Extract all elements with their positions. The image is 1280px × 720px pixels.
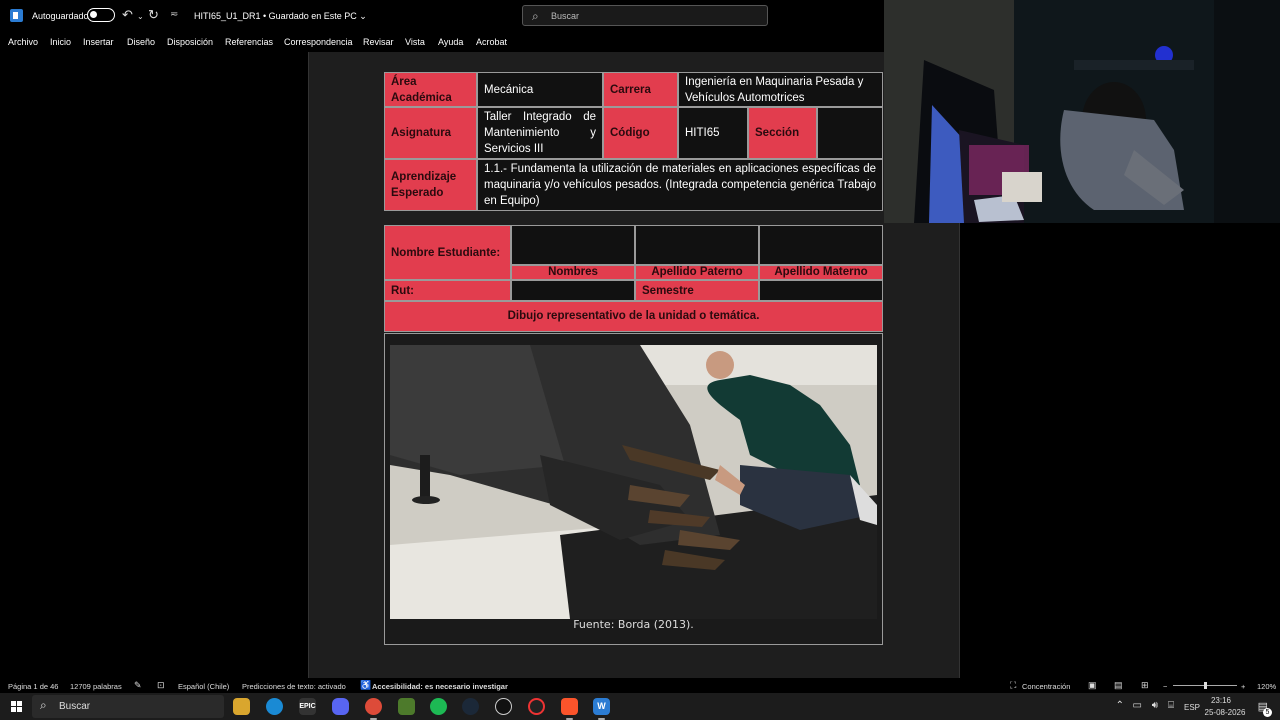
aprendizaje-label: Aprendizaje Esperado bbox=[384, 159, 477, 211]
minecraft-icon[interactable] bbox=[398, 698, 415, 715]
figure-caption: Fuente: Borda (2013). bbox=[573, 618, 694, 631]
ribbon-tabs: Archivo Inicio Insertar Diseño Disposici… bbox=[0, 32, 884, 52]
search-icon: ⌕ bbox=[40, 698, 47, 712]
customize-toolbar-icon[interactable]: ≂ bbox=[170, 8, 178, 22]
obs-icon[interactable] bbox=[528, 698, 545, 715]
codigo-label: Código bbox=[603, 107, 678, 159]
network-icon[interactable]: ⌸ bbox=[1168, 700, 1174, 711]
volume-icon[interactable]: 🔊︎ bbox=[1152, 700, 1158, 711]
windows-start-icon[interactable] bbox=[11, 701, 22, 712]
undo-dropdown-icon[interactable]: ⌄ bbox=[137, 10, 144, 24]
zoom-slider-thumb[interactable] bbox=[1204, 682, 1207, 689]
nombres-header: Nombres bbox=[511, 265, 635, 280]
nombres-input[interactable] bbox=[511, 225, 635, 265]
seccion-value bbox=[817, 107, 883, 159]
focus-mode-button[interactable]: Concentración bbox=[1022, 682, 1070, 691]
zoom-level[interactable]: 120% bbox=[1257, 682, 1276, 691]
codigo-value: HITI65 bbox=[678, 107, 748, 159]
zoom-slider-track[interactable] bbox=[1173, 682, 1237, 689]
tab-vista[interactable]: Vista bbox=[405, 37, 425, 47]
tab-inicio[interactable]: Inicio bbox=[50, 37, 71, 47]
navigation-pane bbox=[0, 52, 308, 678]
web-layout-icon[interactable]: ⊞ bbox=[1141, 680, 1149, 691]
search-input[interactable]: ⌕ Buscar bbox=[522, 5, 768, 26]
asignatura-value: Taller Integrado de Mantenimiento y Serv… bbox=[477, 107, 603, 159]
area-label: Área Académica bbox=[384, 72, 477, 107]
read-mode-icon[interactable]: ▣ bbox=[1088, 680, 1097, 691]
edge-icon[interactable] bbox=[266, 698, 283, 715]
excavator-bucket-photo[interactable] bbox=[390, 345, 877, 619]
area-value: Mecánica bbox=[477, 72, 603, 107]
seccion-label: Sección bbox=[748, 107, 817, 159]
spotify-icon[interactable] bbox=[430, 698, 447, 715]
apellido-materno-input[interactable] bbox=[759, 225, 883, 265]
accessibility-icon: ♿ bbox=[360, 680, 372, 690]
webcam-overlay bbox=[884, 0, 1280, 223]
redo-icon[interactable]: ↻ bbox=[148, 8, 159, 22]
language-status[interactable]: Español (Chile) bbox=[178, 682, 229, 691]
steam-icon[interactable] bbox=[462, 698, 479, 715]
focus-icon: ⛶ bbox=[1010, 680, 1017, 690]
word-logo-icon bbox=[10, 9, 23, 22]
discord-icon[interactable] bbox=[332, 698, 349, 715]
carrera-value: Ingeniería en Maquinaria Pesada y Vehícu… bbox=[678, 72, 883, 107]
tray-chevron-icon[interactable]: ⌃ bbox=[1116, 700, 1124, 711]
word-count[interactable]: 12709 palabras bbox=[70, 682, 122, 691]
clock-time[interactable]: 23:16 bbox=[1204, 696, 1238, 705]
nombre-estudiante-label: Nombre Estudiante: bbox=[384, 225, 511, 280]
asignatura-label: Asignatura bbox=[384, 107, 477, 159]
accessibility-check-icon[interactable]: ⊡ bbox=[157, 680, 165, 691]
tab-correspondencia[interactable]: Correspondencia bbox=[284, 37, 353, 47]
input-language[interactable]: ESP bbox=[1184, 703, 1200, 712]
status-bar: Página 1 de 46 12709 palabras ✎ ⊡ Españo… bbox=[0, 678, 1280, 693]
tab-diseno[interactable]: Diseño bbox=[127, 37, 155, 47]
page-count[interactable]: Página 1 de 46 bbox=[8, 682, 58, 691]
print-layout-icon[interactable]: ▤ bbox=[1114, 680, 1123, 691]
windows-taskbar: ⌕ Buscar EPIC W ⌃ ▭ 🔊︎ ⌸ ESP 23:16 25-08… bbox=[0, 693, 1280, 720]
rut-input[interactable] bbox=[511, 280, 635, 301]
search-icon: ⌕ bbox=[532, 9, 539, 23]
notification-badge: 5 bbox=[1263, 708, 1272, 717]
chrome-icon[interactable] bbox=[365, 698, 382, 720]
battery-icon[interactable]: ▭ bbox=[1133, 700, 1142, 711]
zoom-out-icon[interactable]: − bbox=[1163, 682, 1167, 691]
epic-games-icon[interactable]: EPIC bbox=[299, 698, 316, 715]
carrera-label: Carrera bbox=[603, 72, 678, 107]
apellido-materno-header: Apellido Materno bbox=[759, 265, 883, 280]
tab-acrobat[interactable]: Acrobat bbox=[476, 37, 507, 47]
autosave-label: Autoguardado bbox=[32, 11, 89, 21]
tab-disposicion[interactable]: Disposición bbox=[167, 37, 213, 47]
rut-label: Rut: bbox=[384, 280, 511, 301]
apellido-paterno-input[interactable] bbox=[635, 225, 759, 265]
aprendizaje-value: 1.1.- Fundamenta la utilización de mater… bbox=[477, 159, 883, 211]
undo-icon[interactable]: ↶ bbox=[122, 8, 133, 22]
clock-date[interactable]: 25-08-2026 bbox=[1200, 708, 1250, 717]
tab-revisar[interactable]: Revisar bbox=[363, 37, 394, 47]
chatgpt-icon[interactable] bbox=[495, 698, 512, 715]
search-placeholder: Buscar bbox=[551, 11, 580, 21]
semestre-input[interactable] bbox=[759, 280, 883, 301]
file-explorer-icon[interactable] bbox=[233, 698, 250, 715]
tab-insertar[interactable]: Insertar bbox=[83, 37, 114, 47]
brave-icon[interactable] bbox=[561, 698, 578, 720]
proofing-icon[interactable]: ✎ bbox=[134, 680, 142, 691]
tab-ayuda[interactable]: Ayuda bbox=[438, 37, 463, 47]
dibujo-label: Dibujo representativo de la unidad o tem… bbox=[384, 301, 883, 332]
accessibility-status[interactable]: Accesibilidad: es necesario investigar bbox=[372, 682, 508, 691]
text-predictions-status[interactable]: Predicciones de texto: activado bbox=[242, 682, 346, 691]
autosave-toggle[interactable] bbox=[87, 8, 115, 22]
document-title[interactable]: HITI65_U1_DR1 • Guardado en Este PC ⌄ bbox=[194, 11, 367, 22]
taskbar-search-text: Buscar bbox=[59, 701, 91, 712]
tab-archivo[interactable]: Archivo bbox=[8, 37, 38, 47]
word-taskbar-icon[interactable]: W bbox=[593, 698, 610, 720]
taskbar-search[interactable]: ⌕ Buscar bbox=[32, 695, 224, 718]
zoom-in-icon[interactable]: + bbox=[1241, 682, 1245, 691]
tab-referencias[interactable]: Referencias bbox=[225, 37, 273, 47]
semestre-label: Semestre bbox=[635, 280, 759, 301]
apellido-paterno-header: Apellido Paterno bbox=[635, 265, 759, 280]
